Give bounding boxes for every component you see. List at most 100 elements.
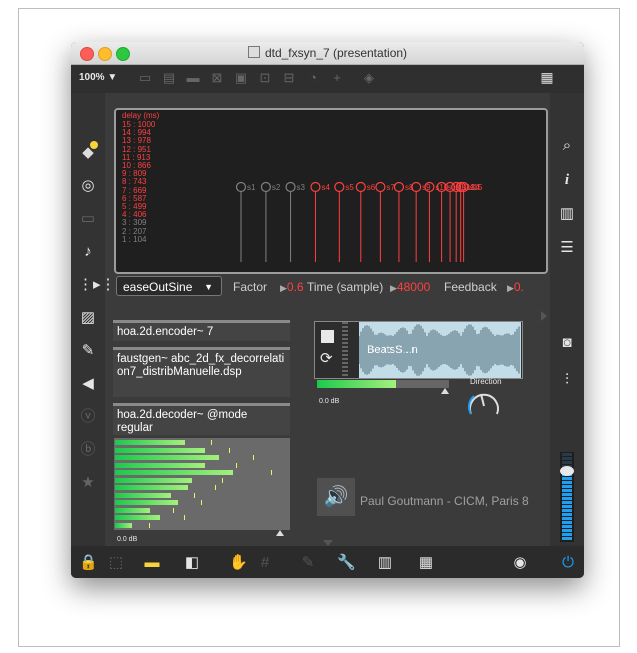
plug-icon[interactable]: ◀ <box>78 374 98 394</box>
paint-bucket-icon[interactable]: ◈ <box>362 71 376 85</box>
master-meter-segment <box>562 481 572 484</box>
stop-button[interactable] <box>321 330 334 343</box>
loop-icon[interactable]: ⟳ <box>320 351 333 366</box>
paperclip-icon[interactable]: ✎ <box>78 341 98 361</box>
factor-number[interactable]: ▶0.6 <box>280 280 304 294</box>
speaker-marker-s14[interactable]: s14 <box>455 181 480 263</box>
time-number[interactable]: ▶48000 <box>390 280 430 294</box>
meter-peak <box>214 485 216 490</box>
delay-panel[interactable]: delay (ms) 15 : 1000 14 : 994 13 : 978 12 :… <box>114 108 548 274</box>
speech-bubble-icon[interactable]: ▬ <box>186 71 200 85</box>
segment-icon[interactable]: ⋮▸⋮ <box>78 275 116 295</box>
play-icon[interactable]: ◉ <box>511 554 529 572</box>
speaker-marker-s8[interactable]: s8 <box>393 181 414 263</box>
meter-bar <box>115 462 206 468</box>
speaker-marker-s7[interactable]: s7 <box>375 181 396 263</box>
master-meter-segment <box>562 517 572 520</box>
comment-box-icon[interactable]: ▤ <box>162 71 176 85</box>
target-icon[interactable]: ◎ <box>78 176 98 196</box>
title-bar[interactable]: dtd_fxsyn_7 (presentation) <box>71 42 584 65</box>
gain-handle-icon[interactable] <box>276 530 284 536</box>
meter-peak <box>270 470 272 475</box>
meter-bar <box>115 477 192 483</box>
speaker-marker-s10[interactable]: s10 <box>424 181 449 263</box>
master-meter-segment <box>562 509 572 512</box>
star-icon[interactable]: ★ <box>78 473 98 493</box>
speaker-marker-label: s15 <box>470 183 483 192</box>
speaker-marker-s12[interactable]: s12 <box>444 181 470 263</box>
music-note-icon[interactable]: ♪ <box>78 242 98 262</box>
b-badge-icon[interactable]: ⓑ <box>78 440 98 460</box>
speaker-marker-s15[interactable]: s15 <box>458 181 483 263</box>
speaker-button[interactable]: 🔊 <box>317 478 355 516</box>
layout-icon[interactable]: ▭ <box>78 209 98 229</box>
chevron-down-icon: ▼ <box>204 282 213 292</box>
sliders-icon[interactable]: ⫶ <box>557 370 577 390</box>
cube-icon[interactable]: ◆ <box>78 141 98 163</box>
collapse-arrow-icon[interactable] <box>541 311 547 321</box>
inlet-icon[interactable]: ⊡ <box>258 71 272 85</box>
encoder-object[interactable]: hoa.2d.encoder~ 7 <box>113 320 290 341</box>
direction-dial[interactable] <box>465 386 503 420</box>
sampler[interactable]: ⟳ BeatsS...n <box>314 321 523 379</box>
speaker-marker-s11[interactable]: s11 <box>436 181 460 263</box>
zoom-menu[interactable]: 100% ▼ <box>79 72 117 83</box>
wrench-icon[interactable]: 🔧 <box>337 554 356 572</box>
power-icon[interactable]: ⏻ <box>559 554 577 572</box>
info-icon[interactable]: i <box>557 170 577 190</box>
camera-icon[interactable]: ◙ <box>557 333 577 353</box>
sample-name: BeatsS...n <box>367 344 418 356</box>
speaker-marker-label: s3 <box>297 183 306 192</box>
decoder-object-text: hoa.2d.decoder~ @mode regular <box>117 409 248 434</box>
presentation-icon[interactable]: ▬ <box>143 554 161 572</box>
piano-icon[interactable]: ▥ <box>376 554 394 572</box>
decoder-object[interactable]: hoa.2d.decoder~ @mode regular <box>113 403 290 435</box>
speaker-marker-s1[interactable]: s1 <box>235 181 257 263</box>
sampler-gain-handle-icon[interactable] <box>441 388 449 394</box>
outlet-icon[interactable]: ⊟ <box>282 71 296 85</box>
window-icon[interactable]: ◧ <box>183 554 201 572</box>
window-title: dtd_fxsyn_7 (presentation) <box>71 46 584 60</box>
speaker-marker-s2[interactable]: s2 <box>260 181 281 263</box>
keyboard-icon[interactable]: ▦ <box>417 554 435 572</box>
image-icon[interactable]: ▨ <box>78 308 98 328</box>
meter-peak <box>194 492 196 498</box>
speaker-marker-s4[interactable]: s4 <box>310 181 331 263</box>
triangle-icon: ▶ <box>390 283 397 293</box>
triangle-icon: ▶ <box>507 283 514 293</box>
meter-bar <box>115 485 189 490</box>
lock-icon[interactable]: 🔒 <box>79 554 98 572</box>
columns-icon[interactable]: ▥ <box>557 204 577 224</box>
speaker-marker-s3[interactable]: s3 <box>285 181 306 263</box>
easing-select[interactable]: easeOutSine ▼ <box>116 276 222 296</box>
master-slider-knob[interactable] <box>560 466 574 476</box>
toolbar: 100% ▼ ▭ ▤ ▬ ⊠ ▣ ⊡ ⊟ ◔ + ◈ ▦ <box>71 65 584 93</box>
speaker-marker-label: s2 <box>272 183 281 192</box>
speaker-marker-s9[interactable]: s9 <box>411 181 432 263</box>
line-icon[interactable]: ▭ <box>138 71 152 85</box>
faustgen-object[interactable]: faustgen~ abc_2d_fx_decorrelation7_distr… <box>113 347 290 397</box>
debug-icon[interactable]: ✎ <box>299 554 317 572</box>
grid-icon[interactable]: # <box>256 554 274 572</box>
v-badge-icon[interactable]: ⓥ <box>78 407 98 427</box>
zoom-value: 100% <box>79 72 105 83</box>
meter-bar <box>115 440 185 445</box>
feedback-number[interactable]: ▶0. <box>507 280 524 294</box>
search-icon[interactable]: ⌕ <box>557 136 577 156</box>
close-box-icon[interactable]: ⊠ <box>210 71 224 85</box>
hand-icon[interactable]: ✋ <box>229 554 248 572</box>
master-meter-segment <box>562 489 572 492</box>
sampler-level-meter[interactable] <box>317 380 449 388</box>
meter-peak <box>228 447 230 453</box>
master-meter-segment <box>562 525 572 528</box>
plus-icon[interactable]: + <box>330 71 344 85</box>
speaker-marker-s5[interactable]: s5 <box>334 181 355 263</box>
gauge-icon[interactable]: ◔ <box>306 71 320 85</box>
list-icon[interactable]: ☰ <box>557 238 577 258</box>
grid-menu-icon[interactable]: ▦ <box>540 70 554 84</box>
direction-label: Direction <box>470 377 502 386</box>
encoder-object-text: hoa.2d.encoder~ 7 <box>117 326 214 338</box>
object-icon[interactable]: ▣ <box>234 71 248 85</box>
cursor-icon[interactable]: ⬚ <box>107 554 125 572</box>
speaker-marker-s6[interactable]: s6 <box>355 181 376 263</box>
